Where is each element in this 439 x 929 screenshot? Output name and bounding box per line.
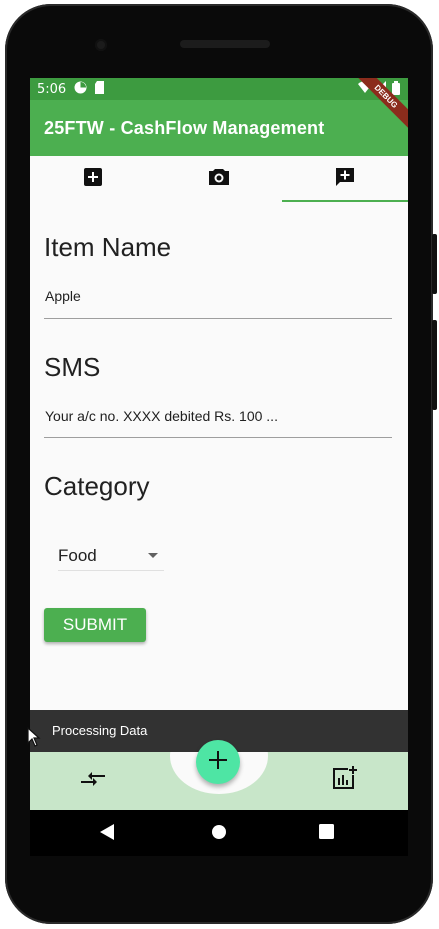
app-screen: 5:06 25FTW - CashFlow Management DEBUG I… <box>30 78 408 810</box>
status-time: 5:06 <box>37 82 67 97</box>
tab-add-item[interactable] <box>30 156 156 202</box>
pie-icon <box>74 81 87 98</box>
category-label: Category <box>44 471 150 501</box>
app-title: 25FTW - CashFlow Management <box>44 118 325 138</box>
category-dropdown[interactable]: Food <box>58 542 164 571</box>
snackbar-message: Processing Data <box>52 723 148 738</box>
app-bar: 25FTW - CashFlow Management <box>30 100 408 156</box>
add-comment-icon <box>335 167 355 191</box>
mouse-cursor-icon <box>27 726 41 751</box>
compare-arrows-icon[interactable] <box>80 768 106 794</box>
item-name-underline <box>44 318 392 319</box>
sim-icon <box>94 81 105 98</box>
item-name-field[interactable]: Apple <box>45 288 81 304</box>
back-icon[interactable] <box>100 824 114 844</box>
system-nav-bar <box>30 810 408 856</box>
add-chart-icon[interactable] <box>332 766 358 794</box>
submit-button[interactable]: SUBMIT <box>44 608 146 642</box>
sms-field[interactable]: Your a/c no. XXXX debited Rs. 100 ... <box>45 408 278 424</box>
tab-bar <box>30 156 408 202</box>
earpiece-speaker <box>180 40 270 48</box>
add-box-icon <box>84 168 102 190</box>
status-bar: 5:06 <box>30 78 408 100</box>
tab-indicator <box>282 200 408 202</box>
recents-icon[interactable] <box>319 824 334 843</box>
sms-underline <box>44 437 392 438</box>
power-button <box>432 234 437 294</box>
tab-camera[interactable] <box>156 156 282 202</box>
add-fab-button[interactable] <box>196 740 240 784</box>
sms-label: SMS <box>44 352 101 382</box>
volume-button <box>432 320 437 410</box>
category-selected-value: Food <box>58 546 97 565</box>
dropdown-caret-icon <box>148 553 158 558</box>
camera-icon <box>208 168 230 190</box>
item-name-label: Item Name <box>44 232 172 262</box>
add-icon <box>209 751 227 773</box>
front-camera <box>95 39 107 51</box>
home-icon[interactable] <box>211 824 227 844</box>
tab-sms[interactable] <box>282 156 408 202</box>
